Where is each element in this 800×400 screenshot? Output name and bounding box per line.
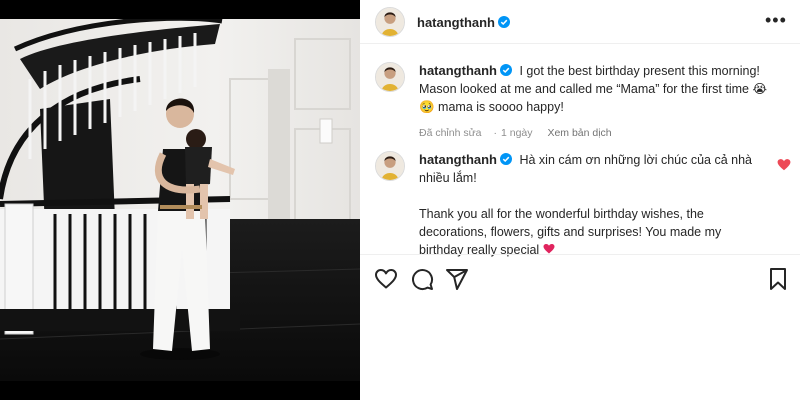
comment-body: hatangthanh Hà xin cám ơn những lời chúc… xyxy=(419,151,764,259)
comment-icon[interactable] xyxy=(410,267,434,291)
author-username-text[interactable]: hatangthanh xyxy=(417,15,495,30)
post-time[interactable]: 1 ngày xyxy=(501,127,533,139)
more-icon: ••• xyxy=(765,10,787,30)
photo-letterbox-top xyxy=(0,0,360,19)
comment-username[interactable]: hatangthanh xyxy=(419,152,512,167)
author-avatar[interactable] xyxy=(375,7,405,37)
verified-badge-icon xyxy=(498,16,510,28)
comment-text-line2: Thank you all for the wonderful birthday… xyxy=(419,207,722,257)
caption-body: hatangthanh I got the best birthday pres… xyxy=(419,62,779,142)
verified-badge-icon xyxy=(500,153,512,165)
comment-like-heart-icon[interactable] xyxy=(777,158,791,172)
author-username[interactable]: hatangthanh xyxy=(417,15,510,30)
caption-avatar[interactable] xyxy=(375,62,405,92)
edited-label: Đã chỉnh sửa xyxy=(419,127,482,139)
meta-separator: · xyxy=(493,127,497,139)
post-header: hatangthanh ••• xyxy=(360,0,800,44)
caption-meta: Đã chỉnh sửa · 1 ngày Xem bản dịch xyxy=(419,124,779,142)
caption-username[interactable]: hatangthanh xyxy=(419,63,512,78)
post-photo-panel xyxy=(0,0,360,400)
post-action-bar xyxy=(360,254,800,302)
photo-letterbox-bottom xyxy=(0,381,360,400)
comment-username-text[interactable]: hatangthanh xyxy=(419,152,497,167)
caption-username-text[interactable]: hatangthanh xyxy=(419,63,497,78)
comment-spacer xyxy=(419,187,764,205)
verified-badge-icon xyxy=(500,64,512,76)
heart-icon[interactable] xyxy=(374,267,398,291)
post-details-panel: hatangthanh ••• hatangthanh I got the be… xyxy=(360,0,800,400)
see-translation-link[interactable]: Xem bản dịch xyxy=(547,127,611,139)
more-options-button[interactable]: ••• xyxy=(765,10,787,30)
bookmark-icon[interactable] xyxy=(766,267,790,291)
comment-avatar[interactable] xyxy=(375,151,405,181)
share-icon[interactable] xyxy=(445,267,469,291)
post-photo[interactable] xyxy=(0,19,360,381)
